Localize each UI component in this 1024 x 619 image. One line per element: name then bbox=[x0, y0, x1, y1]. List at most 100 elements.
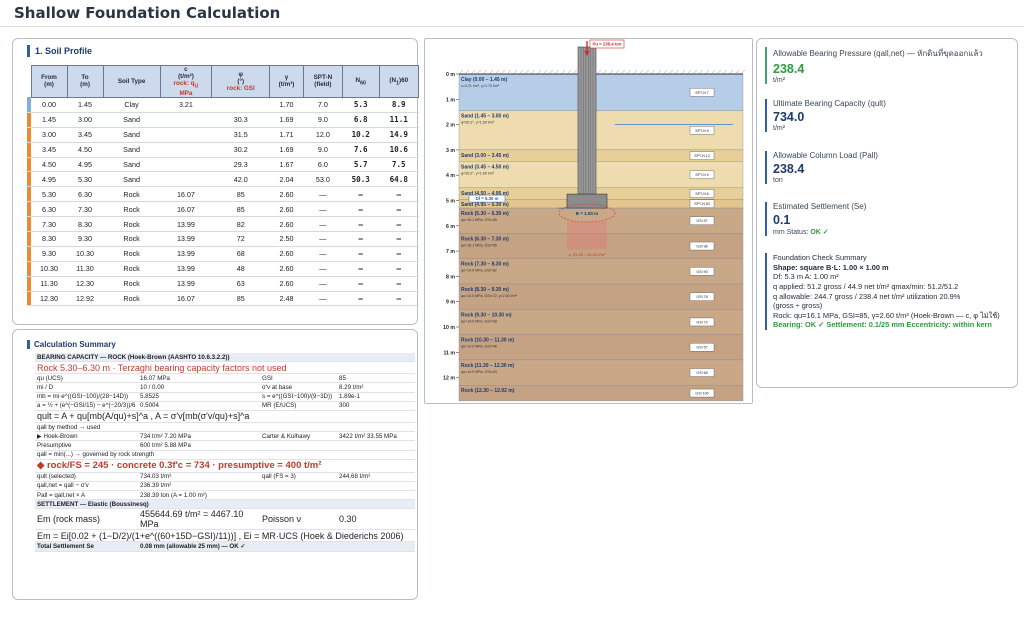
th-type: Soil Type bbox=[102, 65, 161, 98]
soil-cell-to: 4.95 bbox=[67, 157, 104, 173]
soil-cell-gamma: 2.60 bbox=[269, 276, 304, 292]
soil-cell-from: 10.30 bbox=[31, 261, 68, 277]
th-to: To (m) bbox=[66, 65, 104, 98]
soil-cell-gamma: 2.48 bbox=[269, 291, 304, 307]
soil-cell-from: 7.30 bbox=[31, 216, 68, 232]
calc-cell-a: ◆ rock/FS = 245 · concrete 0.3f'c = 734 … bbox=[37, 460, 322, 472]
soil-cell-spt: — bbox=[303, 261, 343, 277]
soil-profile-heading: 1. Soil Profile bbox=[27, 45, 92, 57]
th-c-text: c (t/m²) bbox=[178, 66, 194, 81]
ground-hatch bbox=[734, 69, 740, 75]
depth-label: 4 m bbox=[446, 173, 455, 179]
foundation-check-summary: Foundation Check Summary Shape: square B… bbox=[765, 253, 1013, 330]
soil-cell-n60: 5.7 bbox=[342, 157, 380, 173]
layer-tag: SPT-N 53 bbox=[694, 202, 710, 206]
soil-cell-n60: 50.3 bbox=[342, 171, 380, 188]
ground-hatch bbox=[740, 69, 746, 75]
soil-row: 7.30 8.30 Rock 13.99 82 2.60— — — bbox=[27, 216, 419, 232]
ground-hatch bbox=[620, 69, 626, 75]
calc-cell-b: 5.8525 bbox=[140, 393, 159, 401]
df-label: Df = 5.30 m bbox=[476, 196, 499, 201]
soil-cell-phi: 85 bbox=[211, 186, 270, 203]
calc-cell-a: Em = Ei[0.02 + (1−D/2)/(1+e^((60+15D−GSI… bbox=[37, 530, 404, 541]
ground-hatch bbox=[458, 69, 464, 75]
th-n160: (N1)60 bbox=[378, 65, 420, 98]
ground-hatch bbox=[728, 69, 734, 75]
soil-cell-spt: — bbox=[303, 186, 343, 203]
soil-cell-n60: 6.8 bbox=[342, 112, 380, 128]
ground-hatch bbox=[608, 69, 614, 75]
calc-cell-b: 236.39 t/m² bbox=[140, 482, 172, 490]
depth-label: 0 m bbox=[446, 72, 455, 78]
soil-cell-spt: — bbox=[303, 246, 343, 262]
ubc-value: 734.0 bbox=[773, 110, 805, 124]
th-c: c (t/m²) rock: qU MPa bbox=[159, 65, 213, 98]
calc-row: Rock 5.30–6.30 m · Terzaghi bearing capa… bbox=[35, 362, 415, 375]
th-spt: SPT-N (field) bbox=[302, 65, 343, 98]
calc-cell-a: qall by method → used bbox=[37, 423, 101, 431]
layer-label: Rock (11.30 – 12.30 m) bbox=[461, 363, 514, 369]
th-phi-rock: rock: GSI bbox=[226, 85, 255, 93]
calc-cell-a: Rock 5.30–6.30 m · Terzaghi bearing capa… bbox=[37, 362, 287, 373]
ground-hatch bbox=[548, 69, 554, 75]
soil-cell-n160: — bbox=[379, 246, 419, 262]
soil-cell-from: 3.00 bbox=[31, 127, 68, 143]
layer-label: Rock (9.30 – 10.30 m) bbox=[461, 312, 512, 318]
soil-cell-c: 13.99 bbox=[160, 231, 212, 247]
ground-hatch bbox=[644, 69, 650, 75]
calc-row: Em = Ei[0.02 + (1−D/2)/(1+e^((60+15D−GSI… bbox=[35, 530, 415, 543]
soil-cell-c: 13.99 bbox=[160, 276, 212, 292]
soil-cell-n60: — bbox=[342, 276, 380, 292]
soil-cell-n60: — bbox=[342, 201, 380, 218]
layer-label: Sand (1.45 – 3.00 m) bbox=[461, 114, 509, 120]
calc-cell-d: 300 bbox=[339, 402, 350, 410]
soil-profile-panel: 1. Soil Profile From (m) To (m) Soil Typ… bbox=[12, 38, 420, 325]
soil-cell-phi: 68 bbox=[211, 246, 270, 262]
th-gamma: γ (t/m³) bbox=[269, 65, 304, 98]
result-settlement: Estimated Settlement (Se) 0.1 mm Status:… bbox=[765, 202, 1013, 236]
layer-label: Rock (12.30 – 12.92 m) bbox=[461, 388, 515, 394]
soil-cell-gamma: 1.67 bbox=[269, 157, 304, 173]
calc-cell-c: σ'v at base bbox=[262, 383, 293, 391]
es-status: OK ✓ bbox=[810, 229, 829, 236]
soil-cell-n160: — bbox=[379, 201, 419, 218]
soil-cell-gamma: 1.70 bbox=[269, 97, 304, 113]
soil-cell-c: 13.99 bbox=[160, 261, 212, 277]
calc-cell-a: Presumptive bbox=[37, 441, 72, 449]
ground-hatch bbox=[500, 69, 506, 75]
soil-cell-phi: 42.0 bbox=[211, 171, 270, 188]
soil-cell-to: 12.92 bbox=[67, 291, 104, 307]
soil-cell-gamma: 1.69 bbox=[269, 112, 304, 128]
calc-row: a = ½ + (e^(−GSI/15) − e^(−20/3))/6 0.500… bbox=[35, 402, 415, 411]
depth-label: 8 m bbox=[446, 274, 455, 280]
calc-row: mi / D 10 / 0.00 σ'v at base 8.29 t/m² bbox=[35, 383, 415, 393]
layer-props: c=3.21 t/m², γ=1.70 t/m³ bbox=[461, 84, 500, 88]
soil-cell-type: Rock bbox=[103, 216, 161, 232]
soil-row: 1.45 3.00 Sand 30.3 1.69 9.0 6.8 11.1 bbox=[27, 112, 419, 128]
calc-cell-c: Poisson ν bbox=[262, 514, 302, 525]
soil-cell-from: 4.50 bbox=[31, 157, 68, 173]
layer-label: Sand (3.00 – 3.45 m) bbox=[461, 153, 509, 159]
layer-label: Rock (6.30 – 7.30 m) bbox=[461, 236, 509, 242]
th-c-rock-text: rock: q bbox=[173, 80, 195, 88]
ground-hatch bbox=[686, 69, 692, 75]
pressure-label: q, 51.20 – 51.20 t/m² bbox=[569, 252, 607, 257]
ground-hatch bbox=[524, 69, 530, 75]
ground-hatch bbox=[560, 69, 566, 75]
soil-cell-n60: 10.2 bbox=[342, 127, 380, 143]
calc-cell-b: 455644.69 t/m² = 4467.10 MPa bbox=[140, 509, 244, 530]
calc-row: qall = min(...) → governed by rock stren… bbox=[35, 451, 415, 460]
check-df: Df: 5.3 m A: 1.00 m² bbox=[773, 272, 839, 282]
soil-cell-n60: — bbox=[342, 231, 380, 247]
es-unit: mm Status: bbox=[773, 229, 811, 236]
ground-hatch bbox=[704, 69, 710, 75]
check-status: Bearing: OK ✓ Settlement: 0.1/25 mm Ecce… bbox=[773, 320, 992, 330]
calc-summary-heading: Calculation Summary bbox=[27, 340, 116, 349]
layer-label: Sand (3.45 – 4.50 m) bbox=[461, 164, 509, 170]
soil-cell-phi: 30.3 bbox=[211, 112, 270, 128]
ground-hatch bbox=[668, 69, 674, 75]
soil-row: 4.50 4.95 Sand 29.3 1.67 6.0 5.7 7.5 bbox=[27, 157, 419, 173]
soil-cell-c: 13.99 bbox=[160, 246, 212, 262]
ground-hatch bbox=[464, 69, 470, 75]
depth-label: 9 m bbox=[446, 300, 455, 306]
